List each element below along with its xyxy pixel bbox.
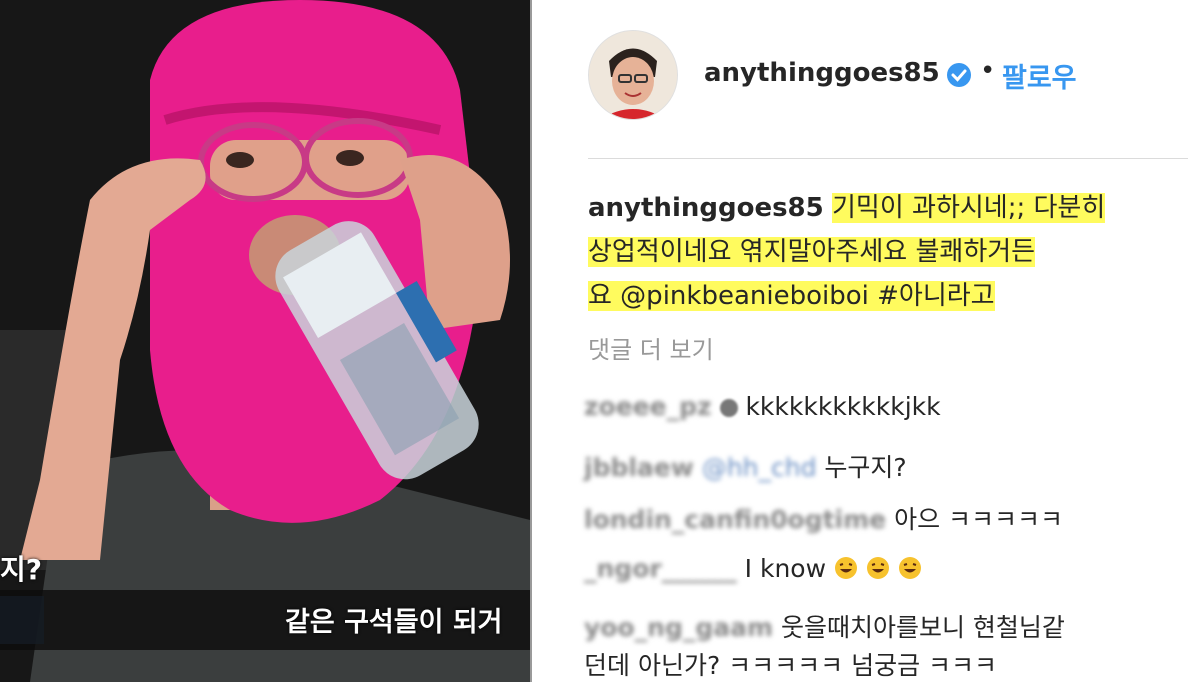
comment-username[interactable]: yoo_ng_gaam	[584, 613, 773, 642]
mention-icon	[719, 399, 738, 417]
avatar-image	[589, 31, 677, 119]
caption-line-1: 기믹이 과하시네;; 다분히	[832, 193, 1106, 223]
comment-item: londin_canfin0ogtime 아으 ㅋㅋㅋㅋㅋ	[584, 500, 1063, 536]
verified-badge-icon	[947, 63, 971, 87]
post-caption: anythinggoes85 기믹이 과하시네;; 다분히 상업적이네요 엮지말…	[588, 186, 1188, 318]
laughing-emoji-icon	[866, 557, 889, 579]
comment-mention[interactable]: @hh_chd	[702, 453, 817, 482]
comment-username[interactable]: zoeee_pz	[584, 392, 712, 421]
laughing-emoji-icon	[898, 557, 921, 579]
comment-text: 웃을때치아를보니 현철님같	[780, 613, 1065, 642]
comment-text: kkkkkkkkkkkjkk	[745, 392, 941, 421]
post-author-username[interactable]: anythinggoes85	[704, 58, 940, 88]
subtitle-text: 같은 구석들이 되거	[285, 607, 503, 638]
comment-text: 누구지?	[824, 453, 907, 482]
comment-text: 아으 ㅋㅋㅋㅋㅋ	[894, 505, 1064, 534]
comment-item: yoo_ng_gaam 웃을때치아를보니 현철님같	[584, 608, 1065, 644]
follow-button[interactable]: 팔로우	[1002, 56, 1077, 95]
subtitle-fragment: 지?	[0, 553, 43, 586]
header-divider	[588, 158, 1188, 159]
view-more-comments-link[interactable]: 댓글 더 보기	[588, 330, 714, 365]
comment-item: jbblaew @hh_chd 누구지?	[584, 448, 907, 484]
comment-item: zoeee_pz kkkkkkkkkkkjkk	[584, 392, 941, 421]
video-still-illustration	[0, 0, 530, 682]
comment-username[interactable]: jbblaew	[584, 453, 694, 482]
comment-username[interactable]: _ngor______	[584, 554, 737, 583]
avatar[interactable]	[588, 30, 678, 120]
video-frame: 지? 같은 구석들이 되거	[0, 0, 530, 682]
caption-line-3: 요 @pinkbeanieboiboi #아니라고	[588, 281, 995, 311]
dot-separator: •	[980, 56, 996, 86]
comment-username[interactable]: londin_canfin0ogtime	[584, 505, 886, 534]
caption-line-2: 상업적이네요 엮지말아주세요 불쾌하거든	[588, 237, 1036, 267]
caption-username[interactable]: anythinggoes85	[588, 193, 824, 223]
comment-text: I know	[744, 554, 827, 583]
comment-item: _ngor______ I know	[584, 554, 922, 583]
instagram-comments-panel: anythinggoes85 • 팔로우 anythinggoes85 기믹이 …	[530, 0, 1188, 682]
laughing-emoji-icon	[835, 557, 857, 579]
comment-text-continued: 던데 아닌가? ㅋㅋㅋㅋㅋ 넘궁금 ㅋㅋㅋ	[584, 651, 998, 680]
